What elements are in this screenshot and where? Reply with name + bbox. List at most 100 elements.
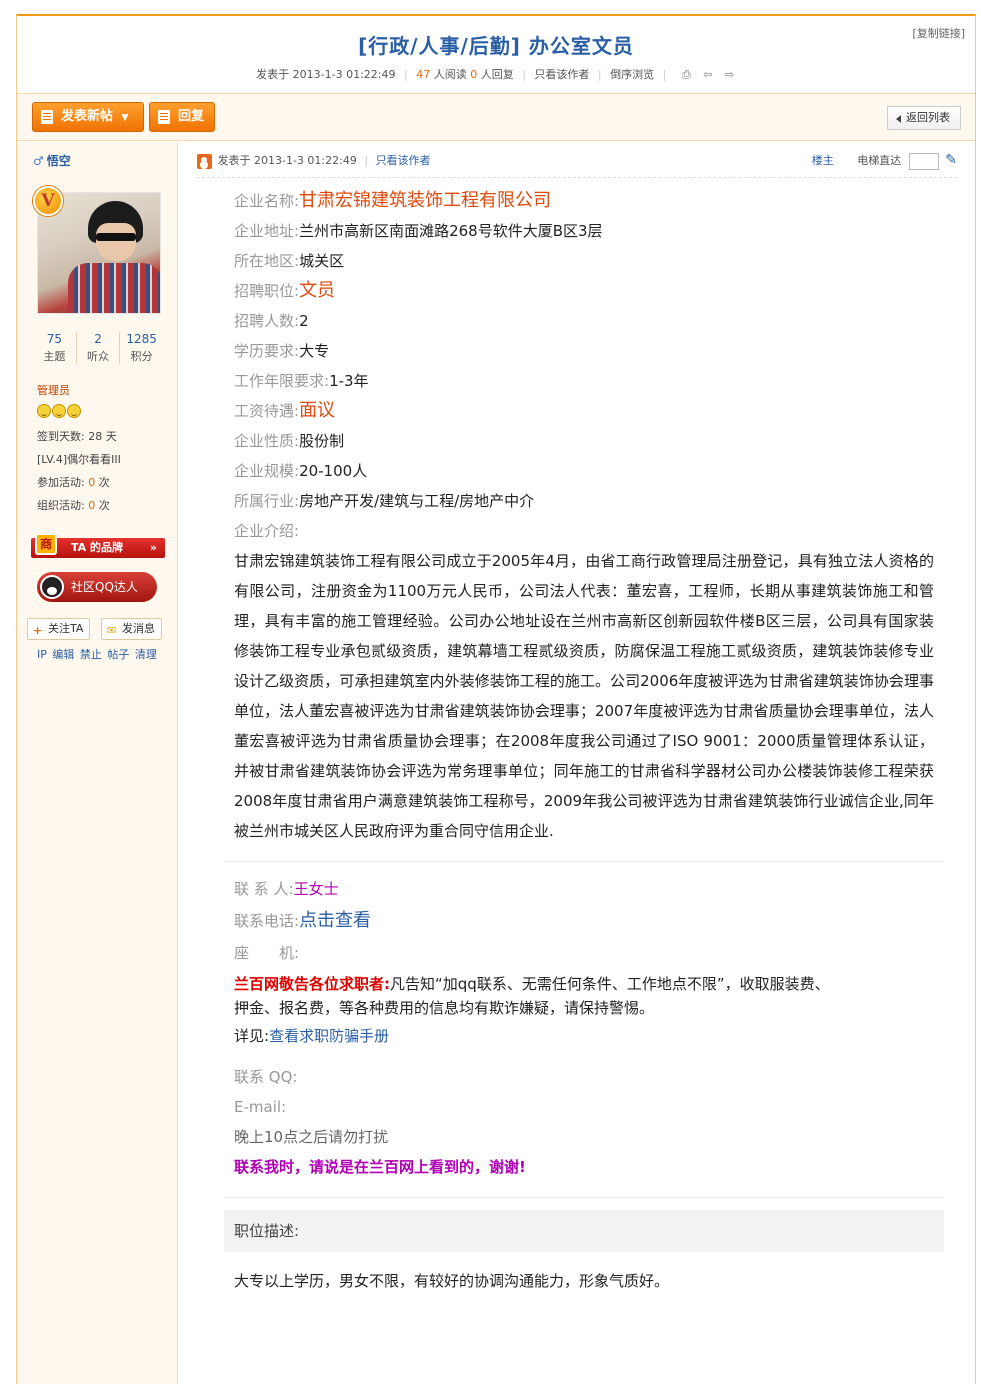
qq-penguin-icon <box>40 575 64 599</box>
print-icon[interactable]: ⎙ <box>680 69 693 81</box>
field-education: 学历要求:大专 <box>234 336 934 366</box>
new-post-label: 发表新帖 <box>61 109 114 124</box>
reply-label: 人回复 <box>480 68 514 81</box>
contact-thanks: 联系我时，请说是在兰百网上看到的，谢谢! <box>234 1158 526 1176</box>
back-arrow-icon <box>896 115 901 123</box>
field-value: 大专 <box>299 342 330 360</box>
document-icon <box>41 110 53 124</box>
contact-landline: 座 机: <box>234 938 934 968</box>
post-only-author-link[interactable]: 只看该作者 <box>376 154 431 167</box>
times-unit: 次 <box>98 499 110 512</box>
toolbar: 发表新帖 ▼ 回复 返回列表 <box>17 93 975 141</box>
join-label: 参加活动: <box>37 476 85 489</box>
company-intro: 甘肃宏锦建筑装饰工程有限公司成立于2005年4月，由省工商行政管理局注册登记，具… <box>234 552 934 840</box>
vip-badge-icon: V <box>33 186 63 216</box>
user-stats: 75 主题 2 听众 1285 积分 <box>33 332 163 364</box>
new-post-button[interactable]: 发表新帖 ▼ <box>32 102 144 132</box>
reply-button[interactable]: 回复 <box>149 102 215 132</box>
only-author-link[interactable]: 只看该作者 <box>534 68 589 81</box>
avatar-face <box>96 223 136 261</box>
wrench-icon[interactable]: ✎ <box>945 152 957 168</box>
org-value: 0 <box>88 499 96 512</box>
stat-topics[interactable]: 75 主题 <box>33 332 77 364</box>
warning-detail: 详见:查看求职防骗手册 <box>234 1024 934 1048</box>
user-sidebar: ♂ 悟空 V 75 主题 2 听众 1285 积分 管理员 签到天数: 28 天… <box>17 142 178 1384</box>
checkin-label: 签到天数: <box>37 430 85 443</box>
smiley-icon <box>52 404 66 418</box>
stat-label: 听众 <box>87 350 109 363</box>
stat-followers[interactable]: 2 听众 <box>77 332 121 364</box>
field-value: 王女士 <box>293 880 339 898</box>
field-intro: 企业介绍: <box>234 516 934 546</box>
reply-count: 0 <box>470 68 478 81</box>
field-nature: 企业性质:股份制 <box>234 426 934 456</box>
separator: | <box>597 68 602 81</box>
contact-person: 联 系 人:王女士 <box>234 874 934 904</box>
user-role[interactable]: 管理员 <box>37 382 70 398</box>
join-value: 0 <box>88 476 96 489</box>
shop-icon: 商 <box>35 533 57 555</box>
detail-label: 详见: <box>234 1027 270 1045</box>
page-frame: [复制链接] [行政/人事/后勤] 办公室文员 发表于 2013-1-3 01:… <box>16 14 976 1384</box>
field-value: 城关区 <box>299 252 345 270</box>
field-company: 企业名称:甘肃宏锦建筑装饰工程有限公司 <box>234 186 934 216</box>
field-value: 20-100人 <box>299 462 368 480</box>
job-description-body: 大专以上学历，男女不限，有较好的协调沟通能力，形象气质好。 <box>234 1272 670 1290</box>
brand-banner[interactable]: 商 TA 的品牌 » <box>31 533 165 558</box>
qq-badge[interactable]: 社区QQ达人 <box>37 572 157 602</box>
times-unit: 次 <box>98 476 110 489</box>
brand-label: TA 的品牌 <box>71 541 123 554</box>
field-label: 工作年限要求: <box>234 372 330 390</box>
field-value: 2 <box>299 312 309 330</box>
post-posted-label: 发表于 <box>217 154 251 167</box>
anti-fraud-manual-link[interactable]: 查看求职防骗手册 <box>269 1027 389 1045</box>
dropdown-arrow-icon: ▼ <box>121 113 129 123</box>
checkin-value: 28 天 <box>88 430 117 443</box>
back-to-list-button[interactable]: 返回列表 <box>887 106 961 130</box>
stat-points[interactable]: 1285 积分 <box>120 332 163 364</box>
plus-icon: + <box>33 624 43 637</box>
warning-title: 兰百网敬告各位求职者: <box>234 975 390 993</box>
male-icon: ♂ <box>33 154 44 168</box>
message-button[interactable]: ✉ 发消息 <box>101 618 162 640</box>
view-count: 47 <box>416 68 431 81</box>
field-value: 面议 <box>299 400 336 421</box>
floor-input[interactable] <box>908 152 939 170</box>
field-value: 1-3年 <box>329 372 369 390</box>
field-label: 所在地区: <box>234 252 300 270</box>
field-label: 所属行业: <box>234 492 300 510</box>
phone-link[interactable]: 点击查看 <box>299 910 371 931</box>
field-value: 兰州市高新区南面滩路268号软件大厦B区3层 <box>299 222 603 240</box>
separator: | <box>364 154 369 167</box>
org-activity: 组织活动: 0 次 <box>37 497 110 513</box>
field-experience: 工作年限要求:1-3年 <box>234 366 934 396</box>
contact-qq: 联系 QQ: <box>234 1062 934 1092</box>
elevator-label: 电梯直达 <box>857 154 902 167</box>
view-label: 人阅读 <box>433 68 467 81</box>
user-level: [LV.4]偶尔看看III <box>37 453 121 466</box>
divider <box>224 1197 944 1198</box>
field-label: 企业名称: <box>234 192 300 210</box>
username[interactable]: ♂ 悟空 <box>33 152 71 169</box>
field-region: 所在地区:城关区 <box>234 246 934 276</box>
follow-button[interactable]: + 关注TA <box>27 618 91 640</box>
reply-label: 回复 <box>178 109 205 124</box>
separator: | <box>403 68 408 81</box>
prev-thread-icon[interactable]: ⇦ <box>701 69 714 81</box>
contact-phone: 联系电话:点击查看 <box>234 906 934 936</box>
next-thread-icon[interactable]: ⇨ <box>723 69 736 81</box>
field-label: 企业规模: <box>234 462 300 480</box>
admin-links[interactable]: IP 编辑 禁止 帖子 清理 <box>37 646 157 662</box>
floor-label[interactable]: 楼主 <box>812 154 834 167</box>
job-description-header: 职位描述: <box>224 1210 944 1252</box>
field-label: 企业地址: <box>234 222 300 240</box>
reverse-browse-link[interactable]: 倒序浏览 <box>610 68 654 81</box>
org-label: 组织活动: <box>37 499 85 512</box>
reply-icon <box>158 110 170 124</box>
field-value: 股份制 <box>299 432 345 450</box>
field-value: 文员 <box>299 280 336 301</box>
envelope-icon: ✉ <box>107 624 117 637</box>
field-position: 招聘职位:文员 <box>234 276 934 306</box>
divider <box>224 861 944 862</box>
field-label: 招聘人数: <box>234 312 300 330</box>
